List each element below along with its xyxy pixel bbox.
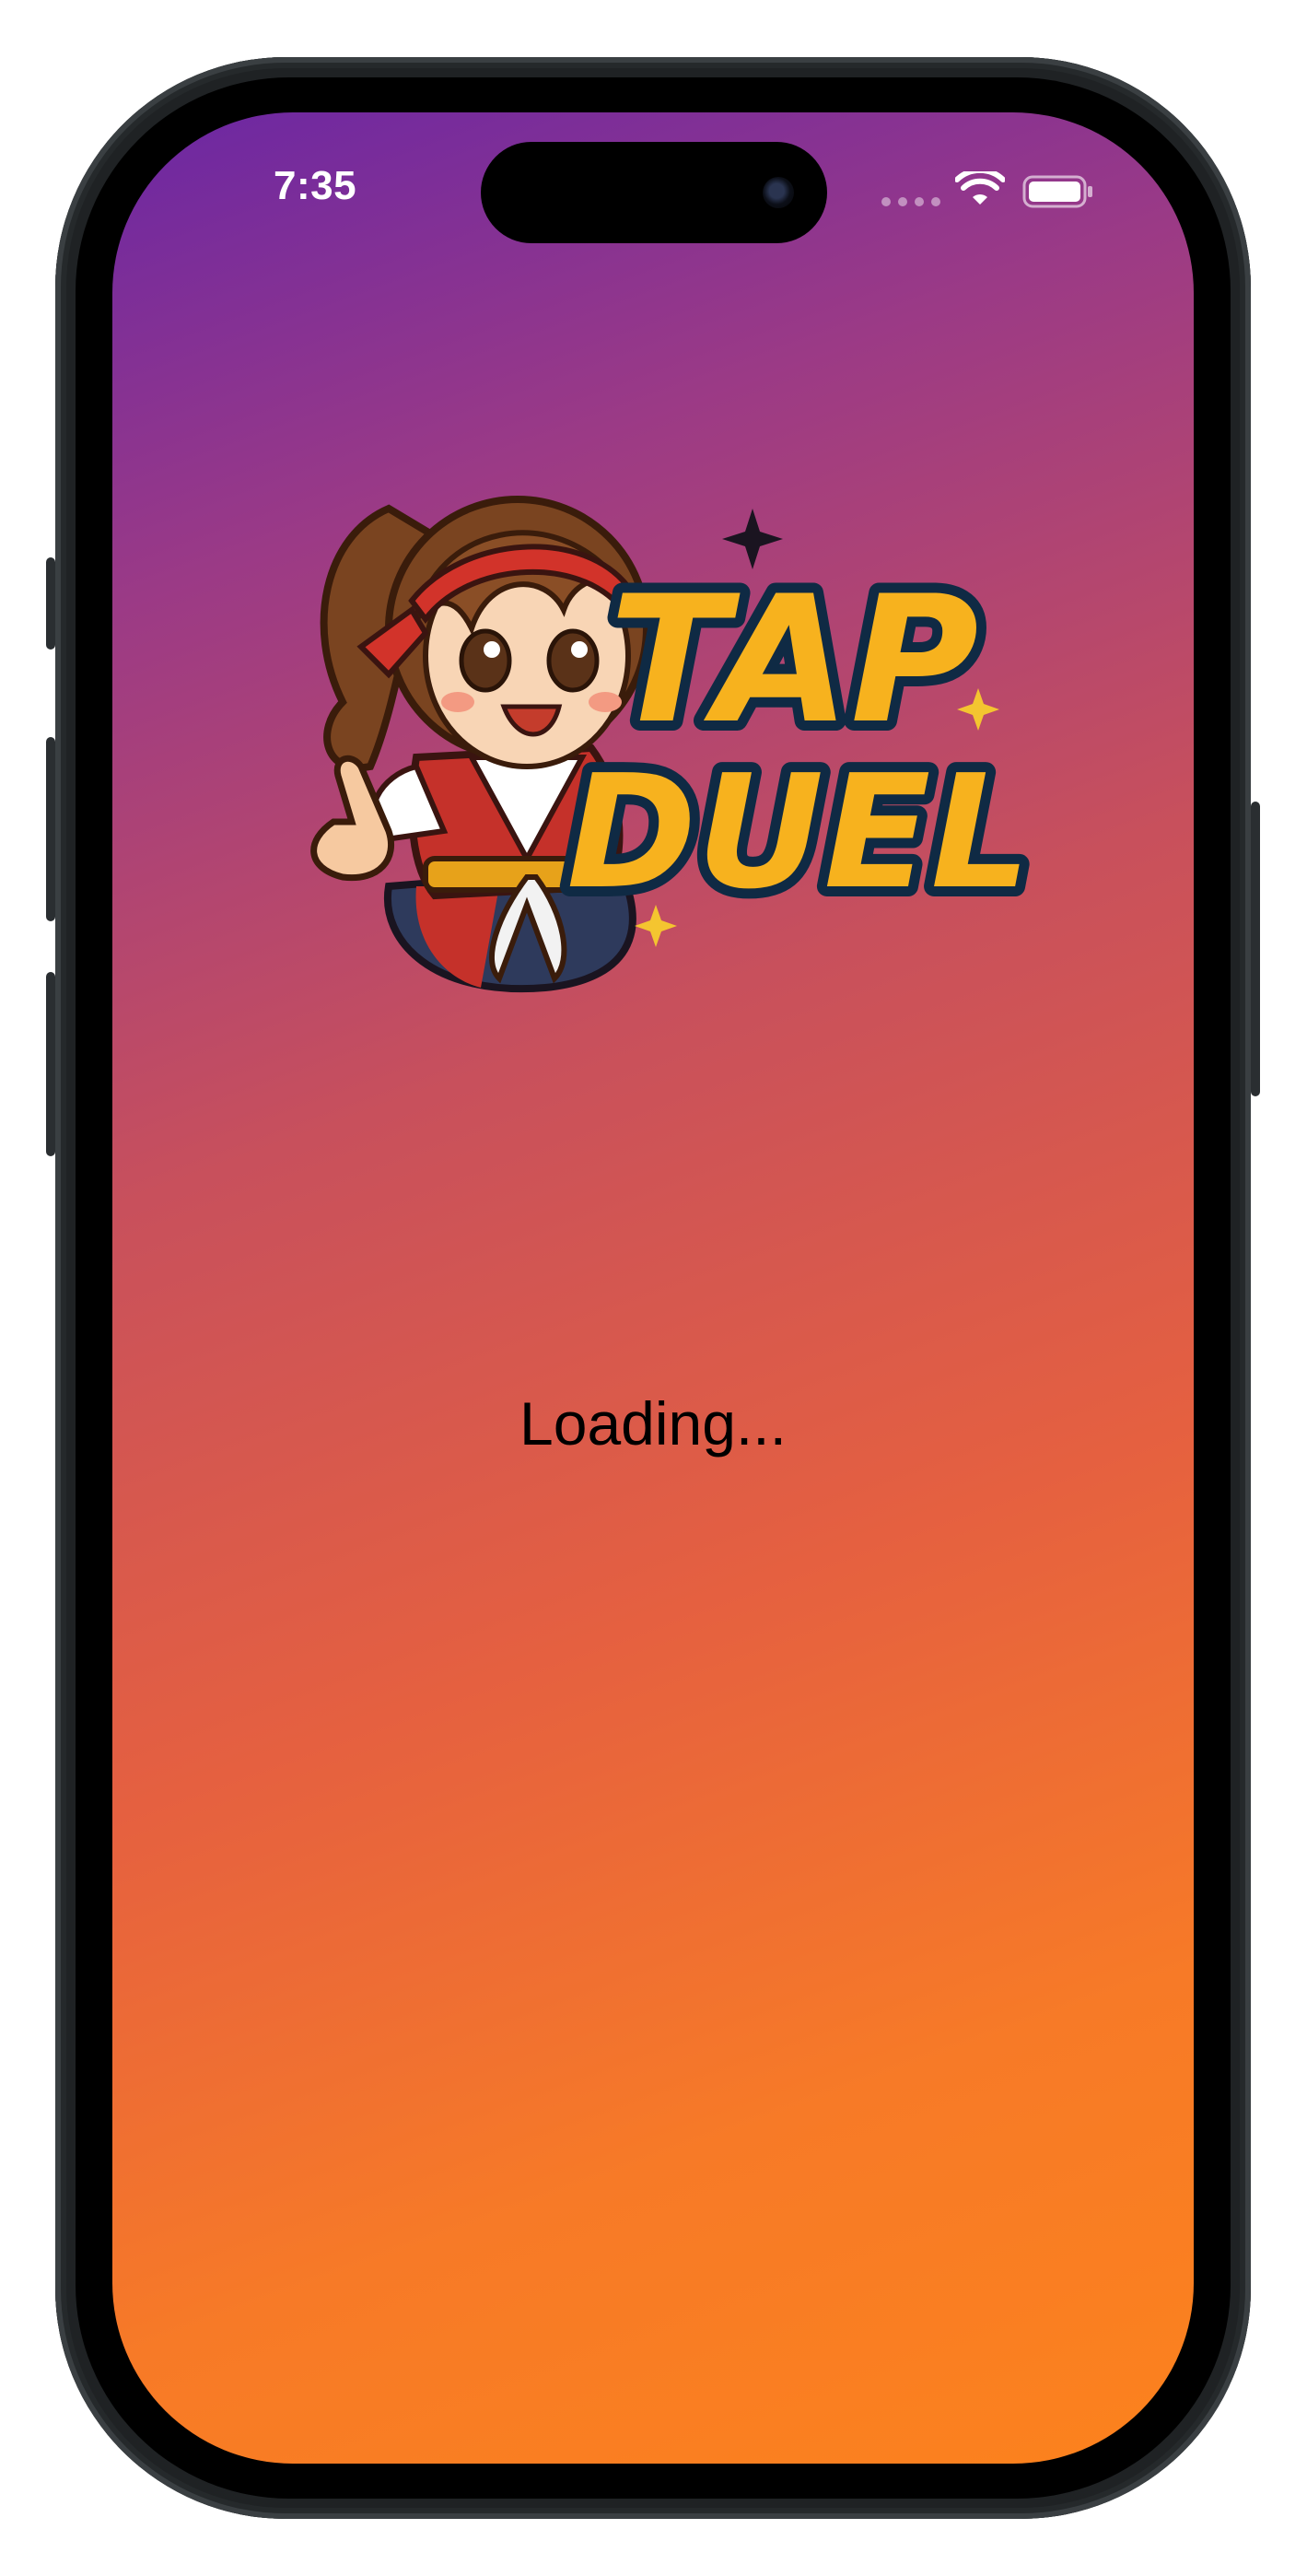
logo-word-tap: TAP (609, 558, 978, 762)
wifi-icon (955, 171, 1005, 205)
battery-icon (1022, 175, 1092, 208)
logo-text: TAP DUEL (556, 548, 1041, 934)
volume-up-button (46, 737, 55, 921)
volume-down-button (46, 972, 55, 1156)
cellular-signal-icon (881, 197, 940, 206)
power-button (1251, 802, 1260, 1096)
action-button (46, 557, 55, 650)
dynamic-island (481, 142, 827, 243)
front-camera-icon (763, 177, 794, 208)
status-bar-time: 7:35 (274, 163, 357, 208)
loading-text: Loading... (519, 1389, 787, 1458)
app-screen: 7:35 TAP DUEL Loading... (112, 112, 1194, 2464)
logo-word-duel: DUEL (566, 742, 1031, 924)
tap-duel-logo: TAP DUEL (310, 496, 1041, 993)
